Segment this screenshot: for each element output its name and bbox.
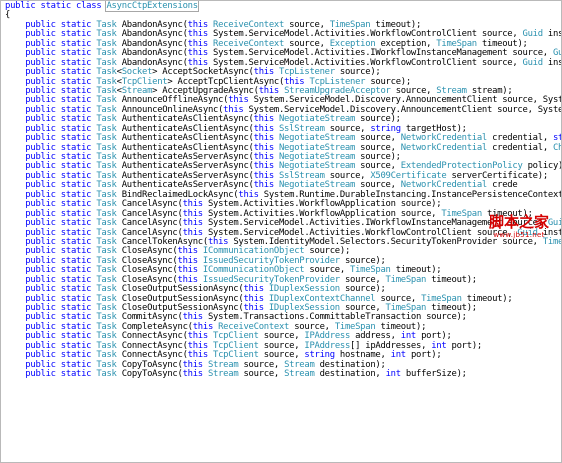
type-token: TimeSpan — [385, 274, 427, 285]
watermark-title: 脚本之家 — [488, 213, 549, 231]
code-token: port); — [446, 340, 483, 351]
code-token: timeout); — [426, 274, 477, 285]
keyword-token: public static — [25, 369, 97, 380]
type-token: Stream — [207, 369, 239, 380]
keyword-token: public static class — [5, 1, 107, 11]
code-token: destination, — [314, 369, 386, 380]
type-token: Task — [96, 369, 117, 380]
keyword-token: int — [385, 369, 402, 380]
code-token: source, — [238, 369, 285, 380]
type-token: Guid — [522, 57, 544, 68]
code-line[interactable]: public static class AsyncCtpExtensions — [5, 1, 561, 12]
keyword-token: int — [390, 350, 407, 361]
code-token: port); — [405, 350, 442, 361]
watermark-url: www.jb51.net — [493, 231, 545, 239]
code-token: inst — [547, 57, 561, 68]
code-text-area[interactable]: public static class AsyncCtpExtensions{ … — [5, 1, 561, 380]
type-token: Stream — [284, 369, 315, 380]
code-token: bufferSize); — [400, 369, 467, 380]
keyword-token: this — [182, 369, 208, 380]
code-token: CopyToAsync( — [116, 369, 183, 380]
code-token: credential, — [487, 142, 553, 153]
site-watermark: 脚本之家 www.jb51.net — [485, 214, 553, 248]
type-token: NetworkCredential — [400, 142, 488, 153]
type-token: Cha — [552, 142, 561, 153]
code-line[interactable]: public static Task CopyToAsync(this Stre… — [5, 369, 561, 380]
code-editor[interactable]: public static class AsyncCtpExtensions{ … — [0, 0, 562, 463]
type-token: AsyncCtpExtensions — [105, 1, 199, 12]
code-token: inst — [547, 29, 561, 40]
